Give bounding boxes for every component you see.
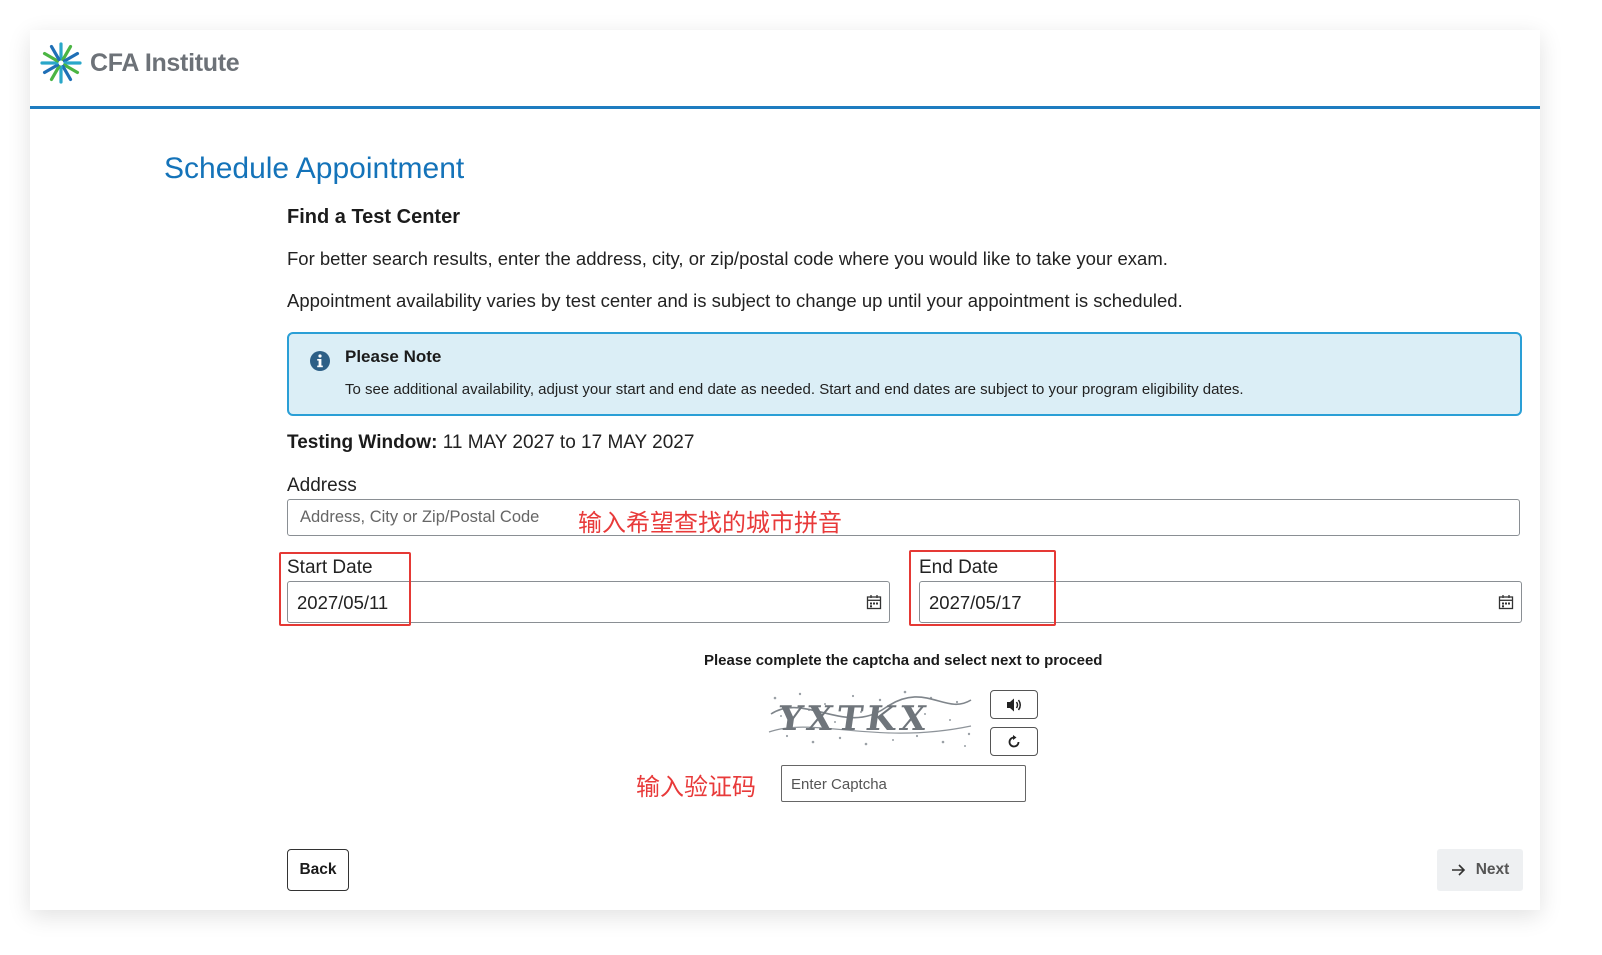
captcha-annotation: 输入验证码 xyxy=(636,773,756,801)
captcha-glyphs: YXTKX xyxy=(775,699,933,739)
note-box: Please Note To see additional availabili… xyxy=(287,332,1522,416)
cfa-logo-icon xyxy=(40,42,82,84)
address-annotation: 输入希望查找的城市拼音 xyxy=(578,509,842,537)
captcha-instruction: Please complete the captcha and select n… xyxy=(704,652,1103,669)
intro-text-1: For better search results, enter the add… xyxy=(287,248,1168,269)
captcha-image: YXTKX xyxy=(765,686,975,750)
end-date-highlight xyxy=(909,550,1056,626)
testing-window-label: Testing Window: xyxy=(287,432,438,453)
start-date-highlight xyxy=(279,552,411,626)
arrow-right-icon xyxy=(1451,864,1465,876)
testing-window-value: 11 MAY 2027 to 17 MAY 2027 xyxy=(442,432,695,453)
captcha-input[interactable]: Enter Captcha xyxy=(781,765,1026,802)
testing-window: Testing Window: 11 MAY 2027 to 17 MAY 20… xyxy=(287,432,694,454)
captcha-refresh-button[interactable] xyxy=(990,727,1038,756)
cfa-logo[interactable]: CFA Institute xyxy=(40,42,240,84)
captcha-audio-button[interactable] xyxy=(990,690,1038,719)
calendar-icon[interactable] xyxy=(1498,594,1514,610)
page-title: Schedule Appointment xyxy=(164,152,465,185)
section-title: Find a Test Center xyxy=(287,206,460,228)
address-label: Address xyxy=(287,475,357,496)
intro-text-2: Appointment availability varies by test … xyxy=(287,290,1183,311)
next-button[interactable]: Next xyxy=(1437,849,1523,891)
refresh-icon xyxy=(1008,734,1020,747)
next-button-label: Next xyxy=(1475,861,1510,878)
note-body: To see additional availability, adjust y… xyxy=(345,381,1244,398)
note-title: Please Note xyxy=(345,347,442,366)
address-placeholder: Address, City or Zip/Postal Code xyxy=(300,508,540,526)
logo-text: CFA Institute xyxy=(90,48,240,77)
speaker-icon xyxy=(1007,698,1021,711)
header-bar: CFA Institute xyxy=(30,30,1540,109)
captcha-placeholder: Enter Captcha xyxy=(791,776,887,793)
info-icon xyxy=(310,351,330,371)
calendar-icon[interactable] xyxy=(866,594,882,610)
page-card: CFA Institute Schedule Appointment Find … xyxy=(30,30,1540,910)
back-button[interactable]: Back xyxy=(287,849,349,891)
address-input[interactable]: Address, City or Zip/Postal Code xyxy=(287,499,1520,536)
